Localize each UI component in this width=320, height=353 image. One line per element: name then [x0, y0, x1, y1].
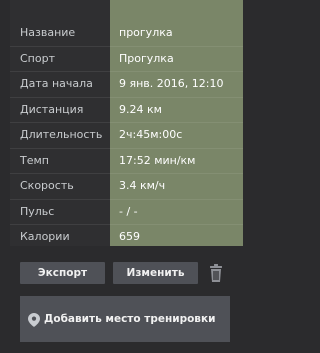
- detail-label: Темп: [20, 153, 49, 167]
- detail-value: 2ч:45м:00с: [119, 128, 183, 141]
- detail-label: Пульс: [20, 204, 55, 218]
- detail-row-duration: Длительность 2ч:45м:00с: [10, 123, 243, 149]
- workout-details-table: Название прогулка Спорт Прогулка Дата на…: [10, 0, 243, 246]
- detail-row-pace: Темп 17:52 мин/км: [10, 149, 243, 174]
- detail-label: Спорт: [20, 51, 55, 65]
- detail-label: Калории: [20, 230, 70, 243]
- export-button[interactable]: Экспорт: [20, 262, 105, 284]
- map-pin-icon: [28, 312, 40, 327]
- detail-row-name: Название прогулка: [10, 21, 243, 47]
- add-workout-place-button[interactable]: Добавить место тренировки: [20, 296, 230, 342]
- detail-value: 9.24 км: [119, 102, 162, 116]
- workout-actions: Экспорт Изменить: [20, 262, 230, 284]
- detail-label: Название: [20, 26, 76, 39]
- edit-button[interactable]: Изменить: [113, 262, 198, 284]
- add-workout-place-label: Добавить место тренировки: [44, 313, 216, 325]
- detail-value: 17:52 мин/км: [119, 153, 196, 167]
- detail-label: Скорость: [20, 179, 74, 192]
- detail-row-heart-rate: Пульс - / -: [10, 200, 243, 225]
- detail-value: - / -: [119, 204, 138, 218]
- trash-icon[interactable]: [206, 262, 226, 284]
- detail-label: Длительность: [20, 128, 103, 141]
- detail-row-start-date: Дата начала 9 янв. 2016, 12:10: [10, 72, 243, 98]
- detail-row-calories: Калории 659: [10, 225, 243, 246]
- detail-value: прогулка: [119, 26, 173, 39]
- detail-value: 659: [119, 230, 140, 243]
- detail-value: 3.4 км/ч: [119, 179, 166, 192]
- detail-value: 9 янв. 2016, 12:10: [119, 77, 224, 90]
- detail-value: Прогулка: [119, 51, 174, 65]
- detail-row-sport: Спорт Прогулка: [10, 47, 243, 72]
- workout-details-panel: Название прогулка Спорт Прогулка Дата на…: [0, 0, 243, 353]
- detail-row-distance: Дистанция 9.24 км: [10, 98, 243, 123]
- detail-label: Дата начала: [20, 77, 93, 90]
- detail-row-speed: Скорость 3.4 км/ч: [10, 174, 243, 200]
- detail-label: Дистанция: [20, 102, 84, 116]
